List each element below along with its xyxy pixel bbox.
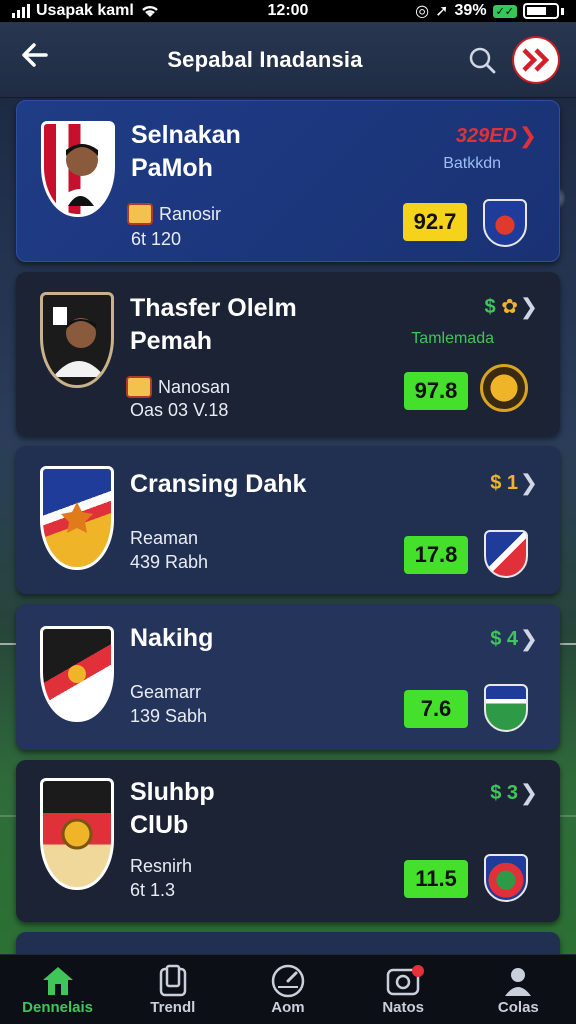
club-row: Nanosan (126, 376, 230, 398)
clock: 12:00 (267, 2, 309, 19)
chevron-right-icon[interactable]: ❯ (520, 470, 538, 496)
player-stats: 6t 1.3 (130, 880, 176, 900)
club-logo-icon (484, 530, 528, 578)
player-crest (40, 778, 114, 890)
crest-emblem-icon (61, 502, 93, 533)
club-logo-icon (484, 854, 528, 902)
back-button[interactable] (18, 38, 68, 81)
nav-item-profile[interactable]: Colas (463, 963, 573, 1016)
player-crest (40, 626, 114, 722)
location-icon: ◎ (415, 3, 430, 20)
chevron-right-icon[interactable]: ❯ (519, 123, 537, 149)
wifi-icon (142, 5, 158, 17)
profile-icon (505, 968, 532, 996)
club-name: Resnirh (130, 856, 193, 876)
club-row: Ranosir (127, 203, 221, 225)
player-name: Selnakan PaMoh (131, 121, 241, 182)
player-card[interactable]: Nakihg $ 4 ❯ Geamarr 139 Sabh 7.6 (16, 604, 560, 750)
player-name: Sluhbp ClUb (130, 778, 215, 839)
price-label: $ 3 (490, 782, 518, 804)
player-name: Nakihg (130, 624, 214, 652)
gauge-icon (271, 964, 305, 998)
player-card[interactable]: Sluhbp ClUb $ 3 ❯ Resnirh 6t 1.3 11.5 (16, 760, 560, 922)
club-mini-badge-icon (126, 376, 152, 398)
club-name: Reaman (130, 528, 199, 548)
player-card[interactable]: Cransing Dahk $ 1 ❯ Reaman 439 Rabh 17.8 (16, 446, 560, 594)
battery-icon (523, 3, 559, 19)
player-crest (41, 121, 115, 217)
page-title: Sepabal Inadansia (167, 46, 363, 72)
signal-icon (12, 4, 30, 18)
player-card[interactable]: Selnakan PaMoh 329ED ❯ Batkkdn Ranosir 6t… (16, 100, 560, 262)
rating-badge: 92.7 (403, 203, 467, 241)
price-label: $ 4 (490, 628, 518, 650)
home-icon (42, 967, 73, 995)
crest-emblem-icon (61, 818, 93, 850)
player-card[interactable]: Thasfer Olelm Pemah $ ✿ ❯ Tamlemada Nanos… (16, 272, 560, 436)
arrow-left-icon (22, 43, 48, 67)
search-button[interactable] (462, 40, 502, 80)
player-stats: 139 Sabh (130, 706, 208, 726)
rating-badge: 97.8 (404, 372, 468, 410)
club-name: Geamarr (130, 682, 202, 702)
player-portrait-icon (54, 144, 106, 206)
nav-item-natos[interactable]: Natos (348, 963, 458, 1016)
rating-badge: 11.5 (404, 860, 468, 898)
status-bar: Usapak kaml 12:00 ◎ ➚ 39% ✓✓ (0, 0, 576, 22)
club-logo-icon (483, 199, 527, 247)
player-crest (40, 466, 114, 570)
player-name: Thasfer Olelm Pemah (130, 294, 297, 355)
nav-item-home[interactable]: Dennelais (3, 963, 113, 1016)
chevron-right-icon[interactable]: ❯ (520, 626, 538, 652)
player-stats: Oas 03 V.18 (130, 400, 229, 420)
nav-item-aom[interactable]: Aom (233, 963, 343, 1016)
search-icon (469, 47, 496, 73)
price-label: 329ED (455, 125, 517, 147)
position-tag: Tamlemada (411, 330, 494, 347)
bottom-navigation: Dennelais Trendl Aom Natos Colas (0, 954, 576, 1024)
cards-icon (159, 964, 187, 997)
nav-item-trend[interactable]: Trendl (118, 963, 228, 1016)
chevron-right-icon[interactable]: ❯ (520, 294, 538, 320)
rating-badge: 7.6 (404, 690, 468, 728)
rating-badge: 17.8 (404, 536, 468, 574)
double-chevron-logo-icon (522, 47, 550, 72)
player-stats: 439 Rabh (130, 552, 209, 572)
price-label: $ 1 (490, 472, 518, 494)
arrow-icon: ➚ (435, 3, 449, 20)
price-label: $ ✿ (484, 296, 518, 318)
charging-badge: ✓✓ (492, 4, 517, 18)
brand-logo-button[interactable] (514, 37, 558, 82)
chevron-right-icon[interactable]: ❯ (520, 780, 538, 806)
battery-percent: 39% (454, 2, 487, 19)
player-stats: 6t 120 (131, 229, 182, 249)
app-header: Sepabal Inadansia (0, 22, 576, 98)
position-tag: Batkkdn (443, 155, 501, 172)
crest-emblem-icon (68, 665, 86, 683)
club-logo-icon (480, 364, 528, 412)
player-portrait-icon (53, 307, 105, 377)
club-logo-icon (484, 684, 528, 732)
club-mini-badge-icon (127, 203, 153, 225)
player-name: Cransing Dahk (130, 470, 307, 498)
player-crest (40, 292, 114, 388)
carrier-label: Usapak kaml (36, 2, 134, 19)
